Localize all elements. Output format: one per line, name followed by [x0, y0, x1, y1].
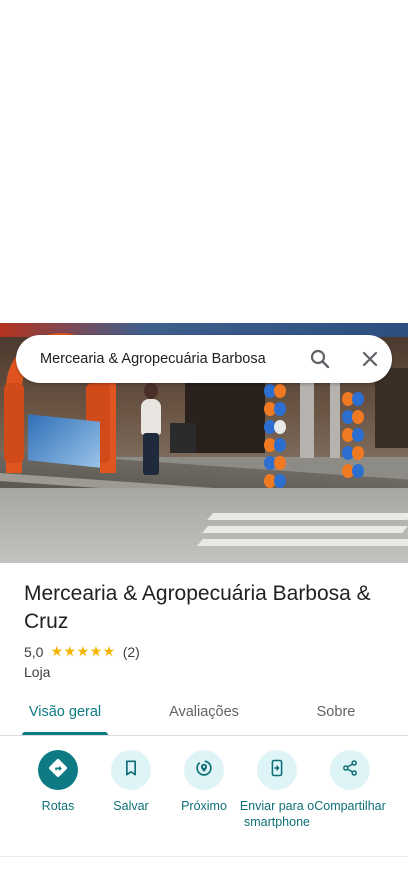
nearby-label: Próximo — [181, 799, 227, 813]
place-category: Loja — [24, 664, 51, 680]
tab-bar: Visão geral Avaliações Sobre — [0, 690, 408, 736]
directions-icon — [47, 757, 69, 784]
directions-button[interactable]: Rotas — [18, 746, 98, 814]
active-tab-indicator — [22, 732, 108, 735]
balloon-column — [342, 391, 369, 481]
share-button[interactable]: Compartilhar — [310, 746, 390, 814]
rating-row[interactable]: 5,0 ★★★★★ (2) — [24, 643, 140, 660]
send-to-phone-icon — [267, 758, 287, 783]
save-label: Salvar — [113, 799, 149, 813]
tab-overview[interactable]: Visão geral — [22, 690, 108, 736]
balloon-column — [264, 383, 291, 491]
share-icon — [340, 758, 360, 783]
search-input[interactable]: Mercearia & Agropecuária Barbosa — [40, 335, 266, 383]
send-to-phone-button[interactable]: Enviar para o smartphone — [237, 746, 317, 830]
rating-value: 5,0 — [24, 643, 44, 660]
tab-reviews[interactable]: Avaliações — [150, 690, 258, 736]
tab-about[interactable]: Sobre — [300, 690, 372, 736]
save-button[interactable]: Salvar — [91, 746, 171, 814]
bookmark-icon — [121, 758, 141, 783]
action-row: Rotas Salvar Próximo Enviar para o smart… — [0, 746, 408, 856]
search-icon[interactable] — [308, 347, 332, 371]
rating-stars: ★★★★★ — [50, 643, 116, 659]
share-label: Compartilhar — [314, 799, 386, 813]
send-to-phone-label: Enviar para o smartphone — [239, 799, 315, 829]
place-title: Mercearia & Agropecuária Barbosa & Cruz — [24, 582, 371, 633]
close-icon[interactable] — [358, 347, 382, 371]
review-count[interactable]: (2) — [123, 644, 140, 660]
directions-label: Rotas — [41, 799, 75, 813]
section-divider — [0, 856, 408, 857]
search-bar[interactable]: Mercearia & Agropecuária Barbosa — [16, 335, 392, 383]
nearby-button[interactable]: Próximo — [164, 746, 244, 814]
blank-map-area — [0, 0, 408, 323]
nearby-icon — [193, 757, 215, 784]
